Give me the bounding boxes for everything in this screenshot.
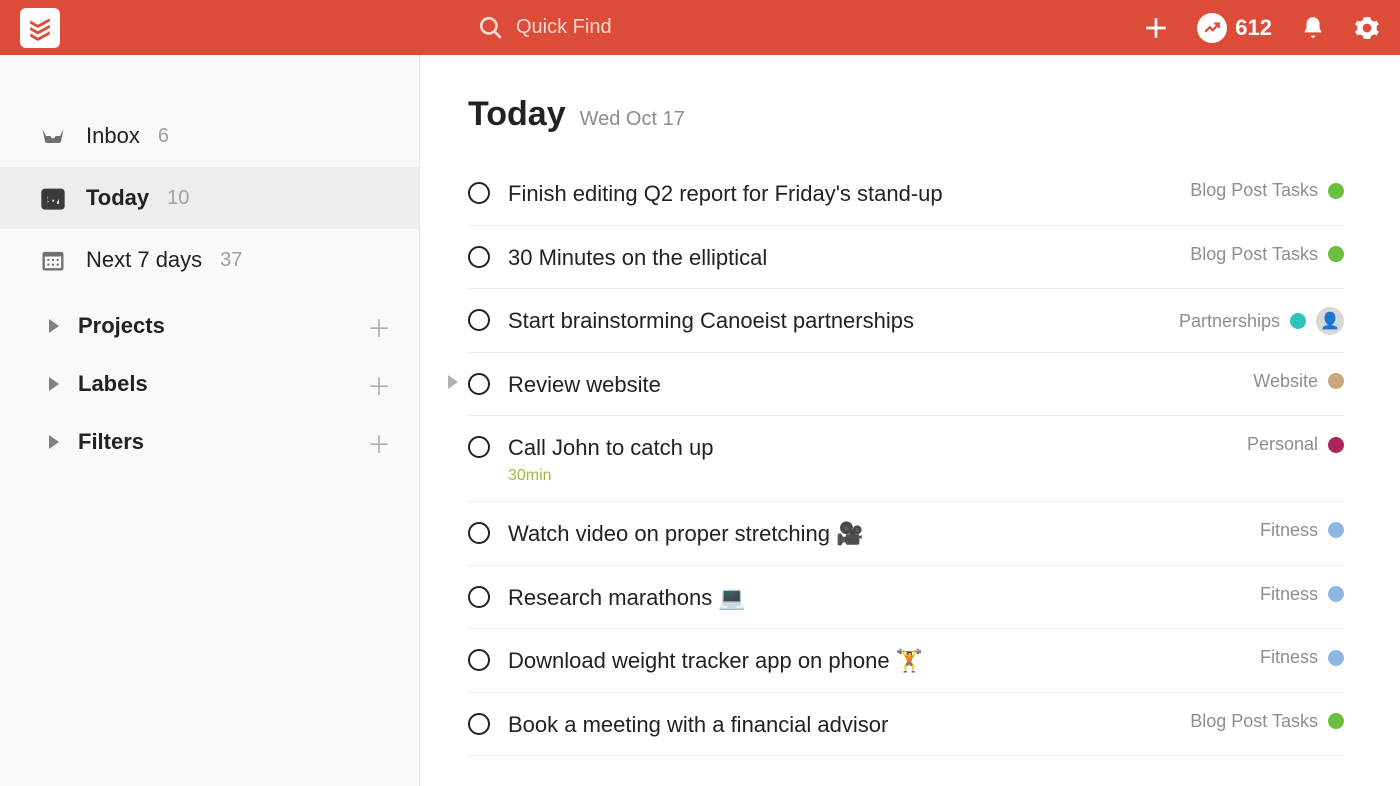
task-title: Download weight tracker app on phone 🏋️ [508, 647, 1242, 676]
task-checkbox[interactable] [468, 182, 490, 204]
sidebar-item-count: 10 [167, 187, 189, 210]
task-project-label[interactable]: Fitness [1260, 520, 1318, 541]
task-row[interactable]: Call John to catch up 30min Personal [468, 416, 1344, 502]
task-meta: Website [1253, 371, 1344, 392]
task-row[interactable]: Start brainstorming Canoeist partnership… [468, 289, 1344, 353]
section-label: Labels [78, 371, 148, 397]
task-row[interactable]: 30 Minutes on the elliptical Blog Post Ta… [468, 226, 1344, 290]
task-checkbox[interactable] [468, 309, 490, 331]
task-title: Book a meeting with a financial advisor [508, 711, 1172, 740]
sidebar-section-labels[interactable]: Labels ＋ [0, 355, 419, 413]
task-title: Research marathons 💻 [508, 584, 1242, 613]
task-row[interactable]: Download weight tracker app on phone 🏋️ F… [468, 629, 1344, 693]
section-label: Filters [78, 429, 144, 455]
page-heading: Today Wed Oct 17 [468, 95, 1344, 134]
karma-count: 612 [1235, 15, 1272, 41]
task-meta: Fitness [1260, 520, 1344, 541]
task-project-label[interactable]: Partnerships [1179, 311, 1280, 332]
task-meta: Partnerships 👤 [1179, 307, 1344, 335]
project-color-dot [1328, 246, 1344, 262]
page-date: Wed Oct 17 [580, 108, 685, 131]
task-meta: Blog Post Tasks [1190, 244, 1344, 265]
task-row[interactable]: Research marathons 💻 Fitness [468, 566, 1344, 630]
sidebar-item-label: Inbox [86, 123, 140, 149]
chevron-right-icon [44, 319, 64, 333]
task-row[interactable]: Book a meeting with a financial advisor B… [468, 693, 1344, 757]
chevron-right-icon [44, 435, 64, 449]
main-panel: Today Wed Oct 17 Finish editing Q2 repor… [420, 55, 1400, 786]
task-subtitle: 30min [508, 467, 1229, 485]
svg-text:17: 17 [48, 196, 58, 206]
sidebar-item-today[interactable]: 17 Today 10 [0, 167, 419, 229]
task-list: Finish editing Q2 report for Friday's st… [468, 162, 1344, 756]
add-project-icon[interactable]: ＋ [367, 309, 391, 344]
topbar: Quick Find 612 [0, 0, 1400, 55]
notifications-icon[interactable] [1300, 15, 1326, 41]
sidebar-item-label: Today [86, 185, 149, 211]
search-bar[interactable]: Quick Find [478, 15, 1143, 41]
project-color-dot [1328, 522, 1344, 538]
add-filter-icon[interactable]: ＋ [367, 425, 391, 460]
task-checkbox[interactable] [468, 649, 490, 671]
project-color-dot [1290, 313, 1306, 329]
settings-icon[interactable] [1354, 15, 1380, 41]
task-title: Start brainstorming Canoeist partnership… [508, 307, 1161, 336]
sidebar-item-label: Next 7 days [86, 247, 202, 273]
project-color-dot [1328, 373, 1344, 389]
project-color-dot [1328, 586, 1344, 602]
add-task-icon[interactable] [1143, 15, 1169, 41]
task-meta: Fitness [1260, 647, 1344, 668]
task-project-label[interactable]: Blog Post Tasks [1190, 244, 1318, 265]
karma-counter[interactable]: 612 [1197, 13, 1272, 43]
assignee-avatar[interactable]: 👤 [1316, 307, 1344, 335]
app-logo[interactable] [20, 8, 60, 48]
search-icon [478, 15, 504, 41]
chevron-right-icon [44, 377, 64, 391]
project-color-dot [1328, 713, 1344, 729]
task-project-label[interactable]: Personal [1247, 434, 1318, 455]
task-title: Call John to catch up [508, 434, 1229, 463]
sidebar-item-inbox[interactable]: Inbox 6 [0, 105, 419, 167]
karma-icon [1197, 13, 1227, 43]
task-checkbox[interactable] [468, 436, 490, 458]
sidebar-item-count: 37 [220, 249, 242, 272]
task-checkbox[interactable] [468, 246, 490, 268]
section-label: Projects [78, 313, 165, 339]
expand-subtasks-icon[interactable] [444, 375, 462, 389]
task-meta: Fitness [1260, 584, 1344, 605]
task-project-label[interactable]: Blog Post Tasks [1190, 711, 1318, 732]
sidebar-item-count: 6 [158, 125, 169, 148]
task-checkbox[interactable] [468, 373, 490, 395]
search-placeholder: Quick Find [516, 16, 612, 39]
sidebar-item-next7[interactable]: Next 7 days 37 [0, 229, 419, 291]
add-label-icon[interactable]: ＋ [367, 367, 391, 402]
task-title: Watch video on proper stretching 🎥 [508, 520, 1242, 549]
sidebar-section-filters[interactable]: Filters ＋ [0, 413, 419, 471]
sidebar-section-projects[interactable]: Projects ＋ [0, 297, 419, 355]
task-title: Review website [508, 371, 1235, 400]
task-project-label[interactable]: Fitness [1260, 647, 1318, 668]
task-row[interactable]: Watch video on proper stretching 🎥 Fitnes… [468, 502, 1344, 566]
calendar-icon [38, 246, 68, 274]
task-project-label[interactable]: Website [1253, 371, 1318, 392]
task-checkbox[interactable] [468, 586, 490, 608]
today-icon: 17 [38, 184, 68, 212]
task-row[interactable]: Review website Website [468, 353, 1344, 417]
sidebar: Inbox 6 17 Today 10 Next 7 days 37 Proje… [0, 55, 420, 786]
task-project-label[interactable]: Fitness [1260, 584, 1318, 605]
task-title: Finish editing Q2 report for Friday's st… [508, 180, 1172, 209]
inbox-icon [38, 122, 68, 150]
project-color-dot [1328, 650, 1344, 666]
task-meta: Personal [1247, 434, 1344, 455]
task-checkbox[interactable] [468, 713, 490, 735]
project-color-dot [1328, 183, 1344, 199]
task-row[interactable]: Finish editing Q2 report for Friday's st… [468, 162, 1344, 226]
page-title: Today [468, 95, 566, 134]
task-checkbox[interactable] [468, 522, 490, 544]
project-color-dot [1328, 437, 1344, 453]
task-project-label[interactable]: Blog Post Tasks [1190, 180, 1318, 201]
task-meta: Blog Post Tasks [1190, 180, 1344, 201]
task-title: 30 Minutes on the elliptical [508, 244, 1172, 273]
task-meta: Blog Post Tasks [1190, 711, 1344, 732]
